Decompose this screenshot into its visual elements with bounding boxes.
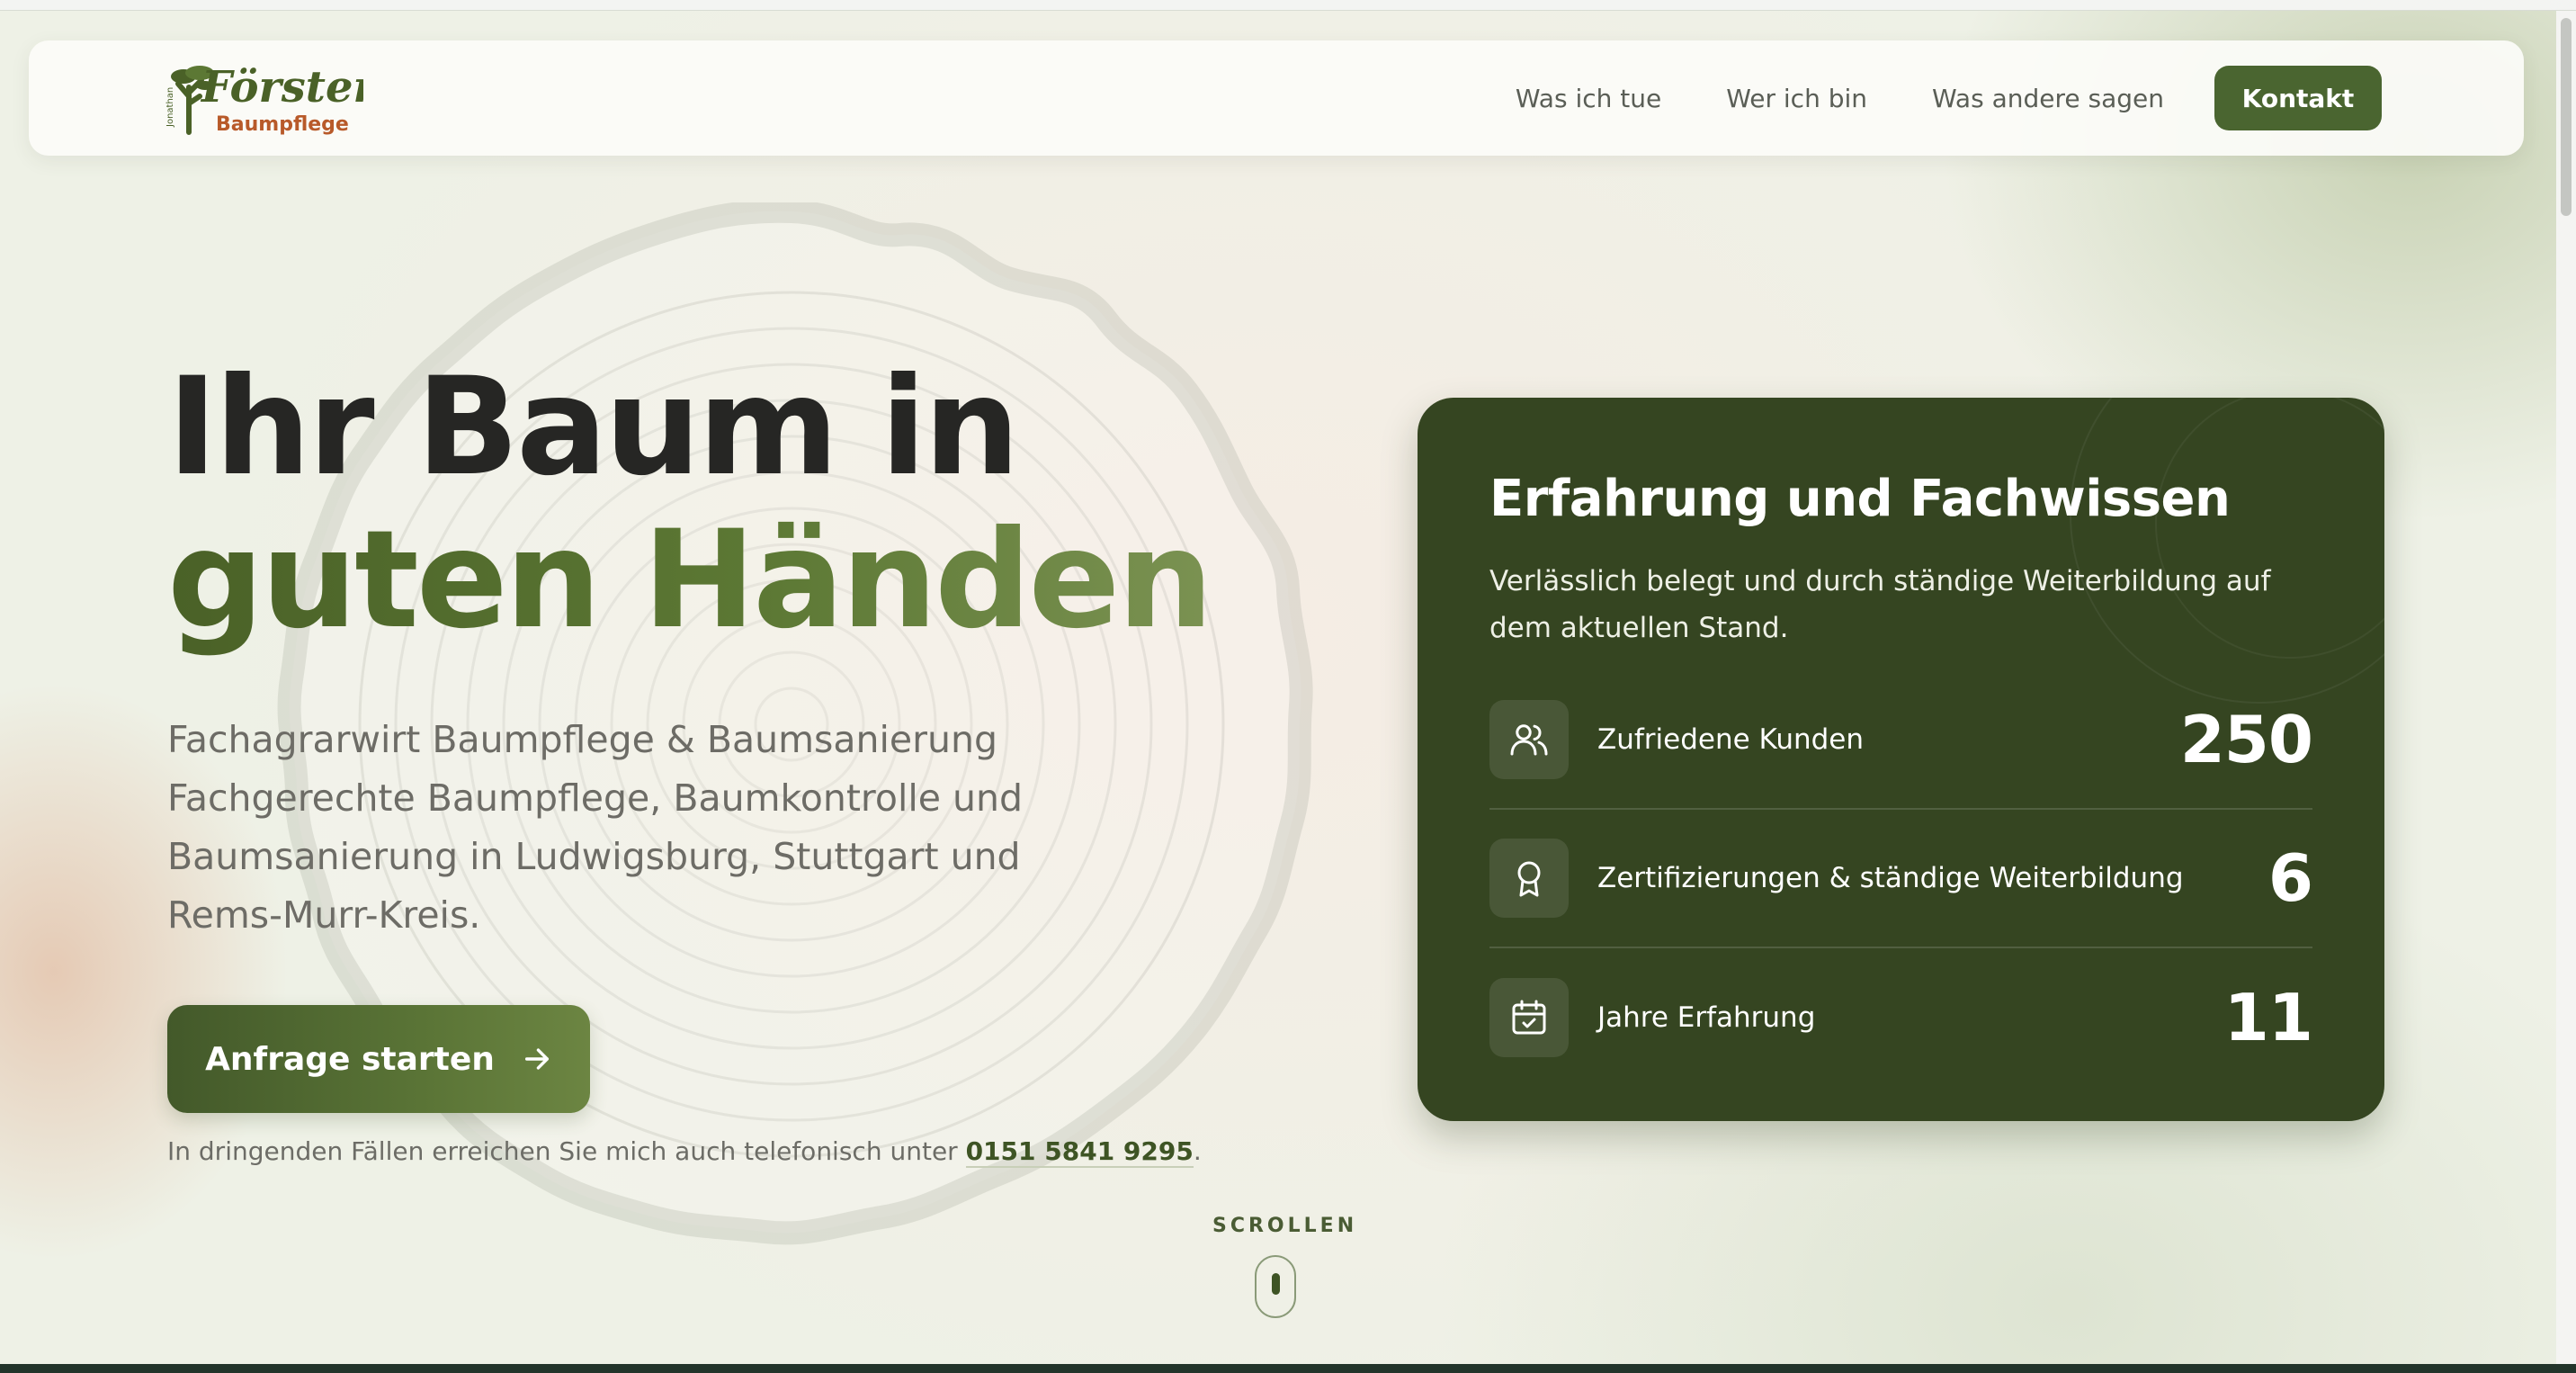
arrow-right-icon — [524, 1048, 549, 1070]
hero-title: Ihr Baum in guten Händen — [167, 355, 1247, 661]
stat-row-years: Jahre Erfahrung 11 — [1489, 948, 2313, 1087]
main-nav: Was ich tue Wer ich bin Was andere sagen… — [1516, 66, 2382, 130]
stat-row-customers: Zufriedene Kunden 250 — [1489, 671, 2313, 810]
stat-row-certifications: Zertifizierungen & ständige Weiterbildun… — [1489, 810, 2313, 948]
svg-text:Jonathan: Jonathan — [165, 87, 175, 128]
tree-logo-icon: Jonathan Förster Baumpflege — [165, 62, 379, 136]
request-button-label: Anfrage starten — [205, 1040, 495, 1078]
window-bottom-edge — [0, 1364, 2576, 1373]
nav-link-was-ich-tue[interactable]: Was ich tue — [1516, 84, 1661, 113]
stat-label: Jahre Erfahrung — [1597, 1001, 1816, 1034]
svg-text:Baumpflege: Baumpflege — [216, 113, 349, 136]
urgent-contact-note: In dringenden Fällen erreichen Sie mich … — [167, 1136, 1202, 1168]
browser-top-edge — [0, 0, 2576, 11]
card-description: Verlässlich belegt und durch ständige We… — [1489, 565, 2271, 644]
hero-subtitle: Fachagrarwirt Baumpflege & Baumsanierung… — [167, 718, 1024, 937]
hero-title-line2: guten Händen — [167, 499, 1247, 661]
stat-label: Zertifizierungen & ständige Weiterbildun… — [1597, 862, 2184, 894]
hero-title-line1: Ihr Baum in — [167, 349, 1020, 506]
contact-button[interactable]: Kontakt — [2214, 66, 2382, 130]
nav-link-wer-ich-bin[interactable]: Wer ich bin — [1726, 84, 1867, 113]
calendar-check-icon — [1489, 978, 1569, 1057]
mouse-icon — [1255, 1255, 1296, 1318]
award-icon — [1489, 839, 1569, 918]
nav-link-was-andere-sagen[interactable]: Was andere sagen — [1932, 84, 2164, 113]
card-title: Erfahrung und Fachwissen — [1489, 470, 2231, 528]
urgent-contact-text: In dringenden Fällen erreichen Sie mich … — [167, 1136, 966, 1166]
page-scrollbar[interactable] — [2556, 11, 2576, 1364]
scroll-indicator[interactable]: SCROLLEN — [1212, 1215, 1358, 1318]
svg-text:Förster: Förster — [200, 62, 363, 112]
stat-value: 6 — [2267, 840, 2313, 916]
phone-link[interactable]: 0151 5841 9295 — [965, 1136, 1194, 1168]
urgent-contact-end: . — [1193, 1136, 1202, 1166]
stat-label: Zufriedene Kunden — [1597, 723, 1865, 756]
site-header: Jonathan Förster Baumpflege Was ich tue … — [29, 40, 2524, 156]
stat-value: 250 — [2179, 702, 2313, 777]
stat-value: 11 — [2223, 980, 2313, 1055]
users-icon — [1489, 700, 1569, 779]
brand-logo[interactable]: Jonathan Förster Baumpflege — [165, 60, 379, 136]
scrollbar-thumb[interactable] — [2561, 18, 2572, 216]
mouse-wheel — [1272, 1273, 1280, 1295]
experience-card: Erfahrung und Fachwissen Verlässlich bel… — [1418, 398, 2384, 1121]
scroll-label: SCROLLEN — [1212, 1215, 1358, 1237]
page: Jonathan Förster Baumpflege Was ich tue … — [0, 0, 2576, 1364]
request-button[interactable]: Anfrage starten — [167, 1005, 590, 1113]
